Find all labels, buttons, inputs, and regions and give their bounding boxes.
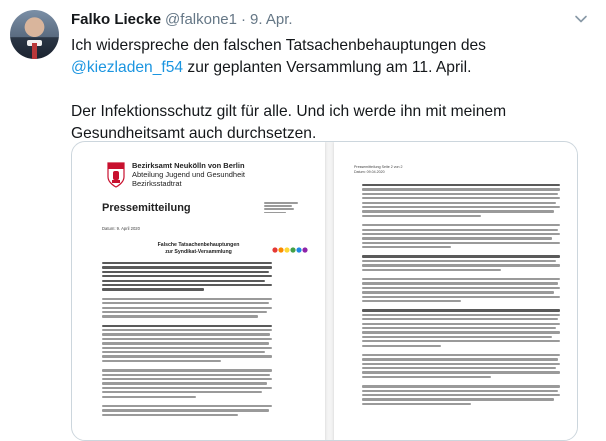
document-contact-block — [264, 202, 304, 215]
document-date: Datum: 9. April 2020 — [102, 226, 140, 231]
tweet-text: Ich widerspreche den falschen Tatsachenb… — [71, 35, 591, 145]
tweet-header: Falko Liecke @falkone1 · 9. Apr. — [71, 11, 293, 31]
avatar-tie — [32, 43, 37, 59]
separator-dot: · — [241, 11, 246, 28]
tweet-text-part-1: Ich widerspreche den falschen Tatsachenb… — [71, 37, 486, 54]
document-organization: Bezirksamt Neukölln von Berlin Abteilung… — [132, 161, 245, 188]
page-2-body-text — [362, 184, 560, 407]
author-name[interactable]: Falko Liecke — [71, 11, 161, 28]
tweet-text-part-2: zur geplanten Versammlung am 11. April. — [183, 59, 472, 76]
chevron-down-icon[interactable] — [574, 12, 588, 26]
page-2-header: Pressemitteilung Seite 2 von 2 Datum: 09… — [354, 165, 403, 175]
page-2-header-line-2: Datum: 09.04.2020 — [354, 170, 385, 174]
document-title: Pressemitteilung — [102, 202, 191, 214]
berlin-bear-crest-icon — [107, 162, 125, 188]
document-body-text — [102, 262, 272, 418]
tweet-paragraph-2: Der Infektionsschutz gilt für alle. Und … — [71, 103, 507, 142]
document-page-2: Pressemitteilung Seite 2 von 2 Datum: 09… — [334, 142, 577, 440]
avatar[interactable] — [10, 10, 59, 59]
tweet-paragraph-1: Ich widerspreche den falschen Tatsachenb… — [71, 35, 591, 79]
org-line-1: Bezirksamt Neukölln von Berlin — [132, 161, 245, 170]
mention-link[interactable]: @kiezladen_f54 — [71, 59, 183, 76]
colored-dots-logo — [272, 247, 308, 253]
attached-document-image[interactable]: Bezirksamt Neukölln von Berlin Abteilung… — [71, 141, 578, 441]
tweet-date[interactable]: 9. Apr. — [250, 11, 293, 28]
tweet[interactable]: Falko Liecke @falkone1 · 9. Apr. Ich wid… — [0, 0, 606, 441]
org-line-3: Bezirksstadtrat — [132, 179, 182, 188]
org-line-2: Abteilung Jugend und Gesundheit — [132, 170, 246, 179]
document-page-1: Bezirksamt Neukölln von Berlin Abteilung… — [72, 142, 325, 440]
author-handle[interactable]: @falkone1 — [165, 11, 237, 28]
